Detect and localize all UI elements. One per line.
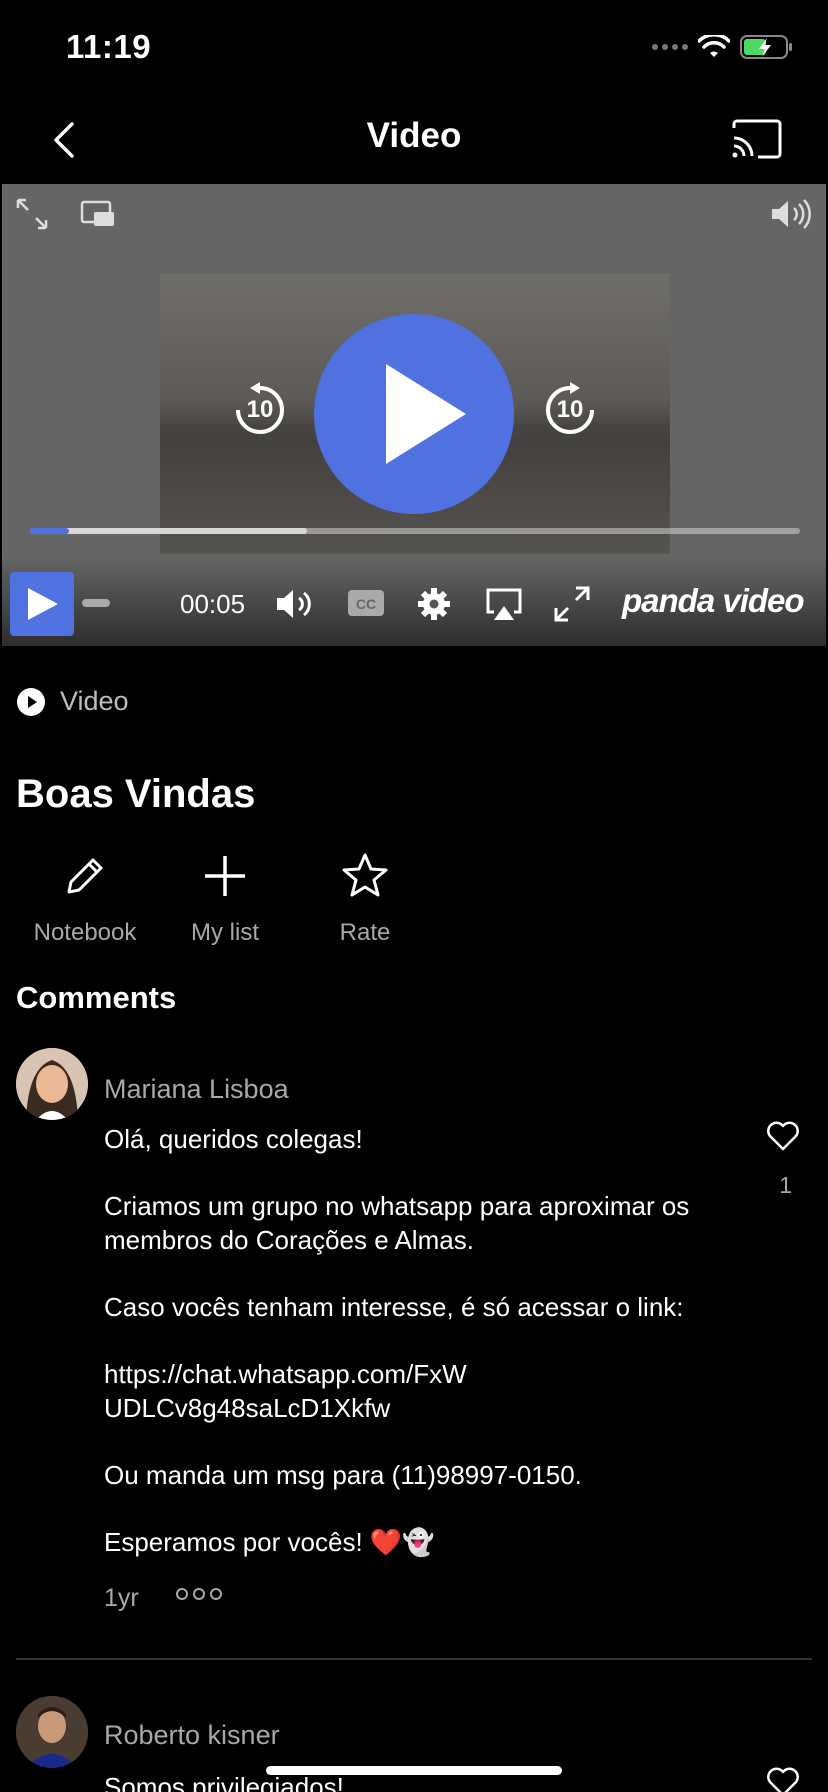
brand-logo: panda video	[622, 582, 805, 619]
heart-icon	[767, 1121, 799, 1151]
volume-icon	[277, 590, 311, 618]
svg-text:CC: CC	[356, 596, 376, 612]
plus-icon	[205, 856, 245, 896]
signal-icon	[652, 44, 688, 50]
volume-top-icon[interactable]	[768, 196, 814, 232]
seek-forward-label: 10	[556, 396, 584, 423]
fullscreen-icon	[554, 586, 590, 622]
cast-icon	[732, 119, 782, 159]
settings-button[interactable]	[414, 584, 454, 624]
video-player[interactable]: 10 10 00:05 CC panda video	[2, 184, 826, 646]
page-title: Video	[366, 116, 462, 155]
current-time: 00:05	[180, 589, 246, 619]
comment-paragraph: Ou manda um msg para (11)98997-0150.	[104, 1460, 582, 1490]
like-button[interactable]	[766, 1120, 800, 1152]
progress-played	[30, 528, 69, 534]
my-list-button[interactable]: My list	[150, 852, 300, 947]
like-count: 1	[779, 1172, 792, 1198]
picture-in-picture-icon[interactable]	[80, 196, 116, 232]
heart-icon	[767, 1767, 799, 1792]
play-button[interactable]	[314, 314, 514, 514]
comment-link[interactable]: https://chat.whatsapp.com/FxWUDLCv8g48sa…	[104, 1357, 484, 1425]
play-icon	[386, 364, 466, 464]
rate-label: Rate	[339, 919, 391, 946]
content-type: Video	[16, 686, 129, 717]
airplay-button[interactable]	[484, 584, 524, 624]
captions-button[interactable]: CC	[346, 584, 386, 624]
notebook-label: Notebook	[33, 919, 137, 946]
fullscreen-button[interactable]	[552, 584, 592, 624]
status-icons	[652, 34, 794, 60]
avatar[interactable]	[16, 1048, 88, 1120]
my-list-label: My list	[191, 919, 259, 946]
play-circle-icon	[17, 687, 45, 716]
dot-icon	[210, 1588, 222, 1600]
seek-forward-button[interactable]: 10	[540, 380, 600, 440]
volume-slider[interactable]	[82, 599, 110, 607]
avatar[interactable]	[16, 1696, 88, 1768]
gear-icon	[418, 588, 450, 620]
cc-icon: CC	[348, 590, 384, 616]
comments-heading: Comments	[16, 980, 177, 1015]
comment-paragraph: Olá, queridos colegas!	[104, 1124, 363, 1154]
volume-button[interactable]	[274, 584, 314, 624]
content-title: Boas Vindas	[16, 772, 256, 816]
comment-paragraph: Caso vocês tenham interesse, é só acessa…	[104, 1292, 684, 1322]
dot-icon	[193, 1588, 205, 1600]
seek-back-button[interactable]: 10	[230, 380, 290, 440]
airplay-icon	[486, 588, 522, 620]
rate-button[interactable]: Rate	[290, 852, 440, 947]
play-icon	[28, 588, 58, 620]
pencil-icon	[67, 858, 103, 894]
like-button[interactable]	[766, 1766, 800, 1792]
control-play-button[interactable]	[10, 572, 74, 636]
cast-button[interactable]	[730, 118, 784, 160]
home-indicator[interactable]	[266, 1766, 562, 1775]
content-type-label: Video	[60, 686, 129, 716]
seek-back-label: 10	[246, 396, 274, 423]
dot-icon	[176, 1588, 188, 1600]
battery-charging-icon	[740, 35, 792, 59]
wifi-icon	[698, 35, 730, 57]
progress-buffered	[30, 528, 307, 534]
comment-author[interactable]: Mariana Lisboa	[104, 1074, 289, 1105]
comment-paragraph: Criamos um grupo no whatsapp para aproxi…	[104, 1191, 690, 1255]
notebook-button[interactable]: Notebook	[10, 852, 160, 947]
comment-author[interactable]: Roberto kisner	[104, 1720, 280, 1751]
comment-paragraph: Esperamos por vocês! ❤️👻	[104, 1527, 435, 1557]
status-time: 11:19	[66, 28, 152, 65]
more-options-button[interactable]	[176, 1588, 222, 1600]
expand-icon[interactable]	[14, 196, 50, 232]
comment-time: 1yr	[104, 1584, 139, 1612]
divider	[16, 1658, 812, 1660]
star-icon	[342, 853, 388, 897]
comment-body: Olá, queridos colegas! Criamos um grupo …	[104, 1122, 704, 1592]
